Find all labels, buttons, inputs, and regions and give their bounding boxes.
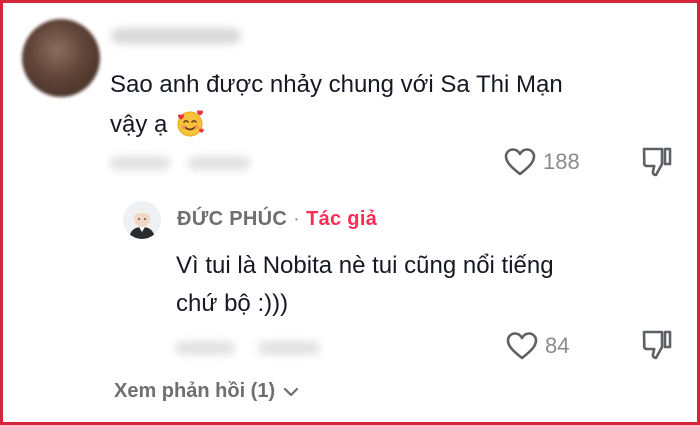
comment-text-line-2: vậy ạ bbox=[110, 111, 168, 138]
commenter-avatar[interactable] bbox=[22, 19, 100, 97]
comment-body: Sao anh được nhảy chung với Sa Thi Mạn v… bbox=[110, 65, 570, 151]
comment-like-button[interactable]: 188 bbox=[503, 146, 580, 178]
reply-header: ĐỨC PHÚC · Tác giả bbox=[177, 208, 377, 231]
reply-meta-redacted bbox=[175, 341, 235, 355]
smiling-face-with-hearts-icon bbox=[175, 108, 205, 151]
chevron-down-icon bbox=[284, 387, 299, 396]
heart-icon bbox=[504, 148, 536, 176]
reply-like-count: 84 bbox=[545, 333, 570, 358]
reply-author-avatar[interactable] bbox=[123, 201, 161, 239]
heart-icon bbox=[506, 332, 538, 360]
view-replies-label: Xem phản hồi (1) bbox=[114, 380, 276, 402]
comment-reply-link-redacted bbox=[188, 156, 250, 170]
comment-meta-redacted bbox=[110, 156, 170, 170]
reply-reply-link-redacted bbox=[258, 341, 320, 355]
reply-author-name[interactable]: ĐỨC PHÚC bbox=[177, 208, 287, 230]
reply-text-line-1: Vì tui là Nobita nè tui cũng nổi tiếng bbox=[176, 252, 554, 279]
comment-text-line-2-wrap: vậy ạ bbox=[110, 105, 570, 151]
author-badge: Tác giả bbox=[306, 208, 378, 230]
thumbs-down-icon bbox=[642, 330, 672, 360]
reply-text-line-2: chứ bộ :))) bbox=[176, 290, 289, 317]
comment-like-count: 188 bbox=[543, 149, 580, 174]
reply-like-button[interactable]: 84 bbox=[505, 330, 569, 362]
header-separator: · bbox=[293, 208, 301, 230]
thumbs-down-icon bbox=[642, 147, 672, 177]
view-replies-button[interactable]: Xem phản hồi (1) bbox=[114, 380, 299, 403]
comment-dislike-button[interactable] bbox=[641, 145, 673, 184]
reply-body: Vì tui là Nobita nè tui cũng nổi tiếng c… bbox=[176, 247, 646, 323]
reply-dislike-button[interactable] bbox=[641, 328, 673, 367]
comment-text-line-1: Sao anh được nhảy chung với Sa Thi Mạn bbox=[110, 71, 563, 98]
commenter-name-redacted bbox=[111, 28, 241, 44]
comment-thread-frame: Sao anh được nhảy chung với Sa Thi Mạn v… bbox=[0, 0, 700, 425]
